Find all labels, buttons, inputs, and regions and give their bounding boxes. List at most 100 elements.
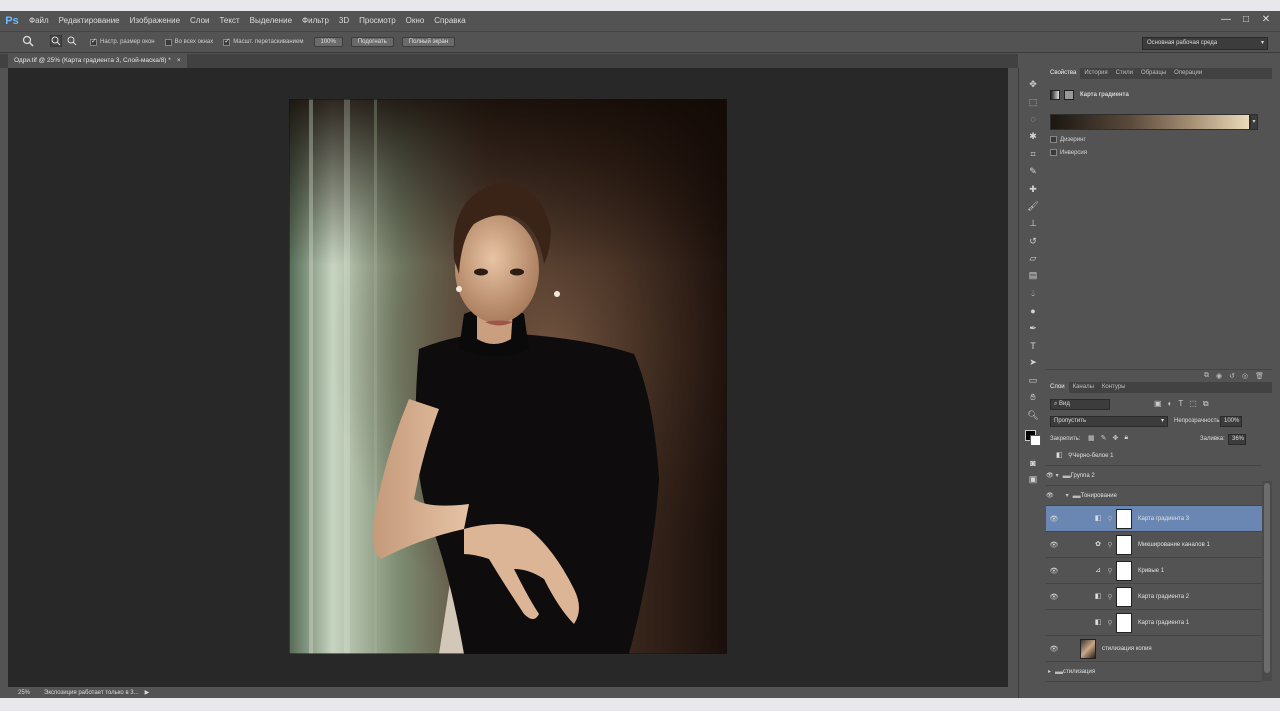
- path-select-icon[interactable]: ➤: [1019, 354, 1047, 371]
- layer-row-selected[interactable]: 👁︎ ◧ ⚲ Карта градиента 3: [1046, 506, 1262, 532]
- expand-arrow-icon[interactable]: ▾: [1066, 492, 1069, 499]
- expand-arrow-icon[interactable]: ▾: [1056, 472, 1059, 479]
- zoom-in-icon[interactable]: [49, 34, 63, 49]
- marquee-tool-icon[interactable]: ⬚: [1019, 93, 1047, 110]
- gradient-tool-icon[interactable]: ▤: [1019, 267, 1047, 284]
- healing-brush-icon[interactable]: ✚: [1019, 180, 1047, 197]
- layer-mask-thumb[interactable]: [1116, 612, 1132, 633]
- blur-tool-icon[interactable]: 💧︎: [1019, 285, 1047, 302]
- gradient-preview[interactable]: [1050, 114, 1250, 130]
- document-canvas-image[interactable]: [289, 99, 727, 654]
- eye-icon[interactable]: 👁︎: [1046, 567, 1062, 575]
- color-swatches[interactable]: [1019, 424, 1046, 454]
- crop-tool-icon[interactable]: ⌗: [1019, 146, 1047, 163]
- tab-paths[interactable]: Контуры: [1098, 382, 1130, 393]
- layer-row[interactable]: ◧ ⚲ Карта градиента 1: [1046, 610, 1262, 636]
- eraser-tool-icon[interactable]: ▱: [1019, 250, 1047, 267]
- layer-name[interactable]: Карта градиента 2: [1138, 594, 1189, 600]
- kind-filter-select[interactable]: ⌕ Вид: [1050, 399, 1110, 410]
- menu-select[interactable]: Выделение: [245, 11, 297, 31]
- close-icon[interactable]: ×: [177, 57, 181, 64]
- pen-tool-icon[interactable]: ✒: [1019, 319, 1047, 336]
- collapse-arrow-icon[interactable]: ▸: [1048, 668, 1051, 675]
- menu-view[interactable]: Просмотр: [354, 11, 401, 31]
- fill-input[interactable]: 36%: [1228, 434, 1246, 445]
- lasso-tool-icon[interactable]: ◌: [1019, 111, 1047, 128]
- eye-icon[interactable]: 👁︎: [1046, 472, 1054, 479]
- quick-select-tool-icon[interactable]: ✱: [1019, 128, 1047, 145]
- close-button[interactable]: ✕: [1258, 13, 1274, 27]
- layer-name[interactable]: Тонирование: [1081, 493, 1117, 499]
- layer-mask-thumb[interactable]: [1116, 534, 1132, 555]
- document-tab[interactable]: Одри.tif @ 25% (Карта градиента 3, Слой-…: [8, 54, 187, 68]
- tab-swatches[interactable]: Образцы: [1137, 68, 1170, 79]
- lock-brush-icon[interactable]: ✎: [1101, 434, 1107, 442]
- lock-move-icon[interactable]: ✥: [1113, 434, 1119, 442]
- zoom-out-icon[interactable]: [66, 35, 78, 49]
- layer-row[interactable]: ◧ ⚲ Черно-белое 1: [1046, 446, 1262, 466]
- shape-filter-icon[interactable]: ⬚: [1189, 399, 1197, 409]
- layer-row[interactable]: 👁︎ ◧ ⚲ Карта градиента 2: [1046, 584, 1262, 610]
- eye-icon[interactable]: 👁︎: [1046, 515, 1062, 523]
- tab-layers[interactable]: Слои: [1046, 382, 1069, 393]
- status-arrow-icon[interactable]: ▶: [145, 689, 150, 696]
- dither-checkbox[interactable]: Дизеринг: [1050, 136, 1086, 143]
- layer-mask-thumb[interactable]: [1116, 586, 1132, 607]
- quick-mask-icon[interactable]: ◙: [1019, 454, 1047, 471]
- zoom-tool-icon[interactable]: 🔍︎: [1019, 406, 1047, 423]
- menu-edit[interactable]: Редактирование: [54, 11, 125, 31]
- eye-icon[interactable]: 👁︎: [1046, 541, 1062, 549]
- lock-pixels-icon[interactable]: ▦: [1088, 434, 1095, 442]
- brush-tool-icon[interactable]: 🖌︎: [1019, 198, 1047, 215]
- zoom-tool-icon[interactable]: [22, 35, 34, 49]
- layer-group-row[interactable]: 👁︎ ▾ ▬ Группа 2: [1046, 466, 1262, 486]
- menu-filter[interactable]: Фильтр: [297, 11, 334, 31]
- layer-row[interactable]: 👁︎ ⊿ ⚲ Кривые 1: [1046, 558, 1262, 584]
- adjustment-filter-icon[interactable]: ◐: [1168, 399, 1173, 409]
- layer-group-row[interactable]: ▸ ▬ стилизация: [1046, 662, 1262, 682]
- scrollbar-thumb[interactable]: [1264, 483, 1270, 673]
- fill-screen-button[interactable]: Полный экран: [401, 37, 456, 47]
- chevron-down-icon[interactable]: ▾: [1250, 114, 1258, 130]
- screen-mode-icon[interactable]: ▣: [1019, 471, 1047, 488]
- move-tool-icon[interactable]: ✥: [1019, 76, 1047, 93]
- eye-icon[interactable]: 👁︎: [1046, 492, 1054, 499]
- eyedropper-tool-icon[interactable]: ✎: [1019, 163, 1047, 180]
- tab-channels[interactable]: Каналы: [1069, 382, 1098, 393]
- smart-filter-icon[interactable]: ⧉: [1203, 399, 1209, 409]
- menu-file[interactable]: Файл: [24, 11, 54, 31]
- history-brush-icon[interactable]: ↺: [1019, 233, 1047, 250]
- mask-icon[interactable]: [1064, 90, 1074, 100]
- layer-name[interactable]: Карта градиента 1: [1138, 620, 1189, 626]
- eye-icon[interactable]: 👁︎: [1046, 645, 1062, 653]
- blend-mode-select[interactable]: Пропустить ▾: [1050, 416, 1168, 427]
- clone-stamp-icon[interactable]: ⊥: [1019, 215, 1047, 232]
- tab-styles[interactable]: Стили: [1112, 68, 1137, 79]
- layer-name[interactable]: Карта градиента 3: [1138, 516, 1189, 522]
- layer-mask-thumb[interactable]: [1116, 508, 1132, 529]
- type-tool-icon[interactable]: T: [1019, 337, 1047, 354]
- hand-tool-icon[interactable]: ✋︎: [1019, 389, 1047, 406]
- invert-checkbox[interactable]: Инверсия: [1050, 149, 1087, 156]
- reset-icon[interactable]: ↺: [1229, 372, 1235, 380]
- maximize-button[interactable]: □: [1238, 13, 1254, 27]
- tab-properties[interactable]: Свойства: [1046, 68, 1081, 79]
- layer-name[interactable]: Группа 2: [1071, 473, 1095, 479]
- layer-mask-thumb[interactable]: [1116, 560, 1132, 581]
- menu-type[interactable]: Текст: [214, 11, 244, 31]
- background-color[interactable]: [1030, 434, 1041, 446]
- layer-thumbnail[interactable]: [1080, 638, 1096, 659]
- resize-windows-check[interactable]: Настр. размер окон: [90, 37, 155, 46]
- type-filter-icon[interactable]: T: [1178, 399, 1183, 409]
- shape-tool-icon[interactable]: ▭: [1019, 372, 1047, 389]
- eye-icon[interactable]: 👁︎: [1046, 593, 1062, 601]
- actual-pixels-button[interactable]: 100%: [313, 37, 343, 47]
- workspace-select[interactable]: Основная рабочая среда ▾: [1142, 37, 1268, 50]
- menu-help[interactable]: Справка: [429, 11, 470, 31]
- view-previous-icon[interactable]: ◉: [1216, 372, 1222, 380]
- opacity-input[interactable]: 100%: [1220, 416, 1242, 427]
- menu-layers[interactable]: Слои: [185, 11, 214, 31]
- menu-window[interactable]: Окно: [401, 11, 430, 31]
- menu-3d[interactable]: 3D: [334, 11, 354, 31]
- menu-image[interactable]: Изображение: [125, 11, 185, 31]
